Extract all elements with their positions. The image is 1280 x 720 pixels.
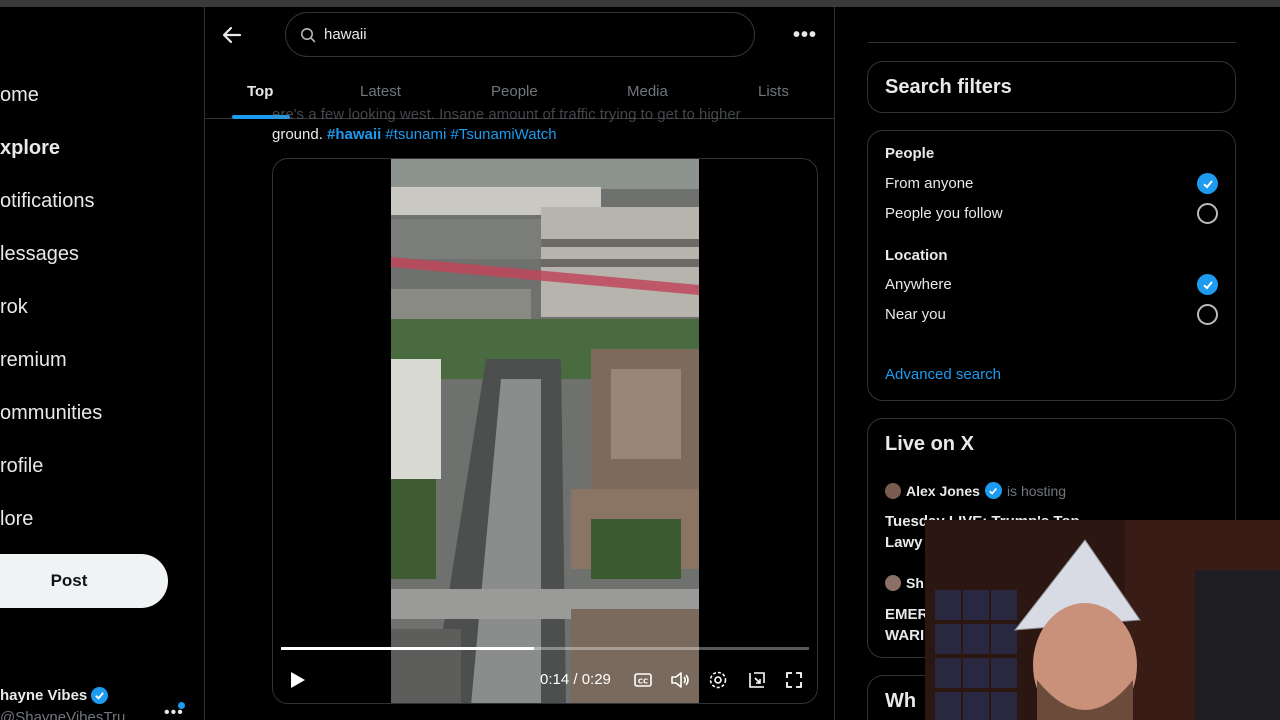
video-player[interactable]: 0:14 / 0:29 CC — [272, 158, 818, 704]
verified-badge-icon — [984, 482, 1002, 499]
video-time: 0:14 / 0:29 — [540, 671, 611, 688]
location-filter-label: Location — [885, 247, 948, 264]
captions-icon[interactable]: CC — [632, 669, 654, 691]
tweet-text: ground. #hawaii #tsunami #TsunamiWatch — [272, 126, 557, 143]
filter-anywhere[interactable]: Anywhere — [885, 276, 952, 293]
browser-top-strip — [0, 0, 1280, 7]
tab-media[interactable]: Media — [627, 83, 668, 100]
tab-lists[interactable]: Lists — [758, 83, 789, 100]
video-frame — [391, 159, 699, 703]
nav-item-notifications[interactable]: otifications — [0, 190, 95, 213]
live-on-x-title: Live on X — [885, 433, 974, 455]
hashtag-link[interactable]: #TsunamiWatch — [450, 126, 556, 143]
tab-people[interactable]: People — [491, 83, 538, 100]
search-input[interactable] — [324, 26, 724, 43]
filter-from-anyone[interactable]: From anyone — [885, 175, 973, 192]
search-filters-card: People From anyone People you follow Loc… — [867, 130, 1236, 401]
fullscreen-icon[interactable] — [783, 669, 805, 691]
left-sidebar-nav: ome xplore otifications lessages rok rem… — [0, 7, 205, 720]
search-bar[interactable] — [285, 12, 755, 57]
live-host-row[interactable]: Alex Jones is hosting — [885, 482, 1066, 499]
host-name: Sh — [906, 575, 924, 591]
live-host-row[interactable]: Sh — [885, 575, 924, 591]
tab-latest[interactable]: Latest — [360, 83, 401, 100]
tab-top[interactable]: Top — [247, 83, 273, 100]
verified-badge-icon — [91, 687, 109, 704]
account-name: hayne Vibes — [0, 687, 88, 704]
post-button[interactable]: Post — [0, 554, 168, 608]
video-progress-bar[interactable] — [281, 647, 809, 650]
volume-icon[interactable] — [669, 669, 691, 691]
video-progress-fill — [281, 647, 535, 650]
nav-item-profile[interactable]: rofile — [0, 455, 43, 478]
nav-item-explore[interactable]: xplore — [0, 137, 60, 160]
nav-item-premium[interactable]: remium — [0, 349, 67, 372]
divider — [868, 42, 1236, 43]
unchecked-radio-icon[interactable] — [1197, 203, 1218, 224]
account-handle: @ShayneVibesTru — [0, 709, 126, 720]
settings-gear-icon[interactable] — [707, 669, 729, 691]
avatar — [885, 482, 901, 499]
nav-item-more[interactable]: lore — [0, 508, 33, 531]
play-icon[interactable] — [286, 669, 308, 691]
filter-near-you[interactable]: Near you — [885, 306, 946, 323]
back-arrow-icon[interactable] — [221, 24, 243, 46]
search-filters-header-card: Search filters — [867, 61, 1236, 113]
tweet-faded-text: ere's a few looking west. Insane amount … — [272, 106, 741, 123]
advanced-search-link[interactable]: Advanced search — [885, 366, 1001, 383]
traffic-scene-image — [391, 159, 699, 703]
hashtag-link[interactable]: #tsunami — [385, 126, 446, 143]
host-status: is hosting — [1006, 482, 1067, 499]
picture-in-picture-icon[interactable] — [746, 669, 768, 691]
people-filter-label: People — [885, 145, 935, 162]
section-title: Wh — [885, 690, 917, 712]
webcam-overlay — [925, 520, 1280, 720]
nav-item-grok[interactable]: rok — [0, 296, 28, 319]
checked-radio-icon[interactable] — [1197, 173, 1218, 194]
checked-radio-icon[interactable] — [1197, 274, 1218, 295]
search-icon — [301, 27, 316, 42]
account-switcher[interactable]: hayne Vibes — [0, 687, 109, 704]
tweet-text-prefix: ground. — [272, 126, 328, 143]
svg-text:CC: CC — [638, 678, 648, 686]
nav-item-messages[interactable]: lessages — [0, 243, 79, 266]
nav-item-home[interactable]: ome — [0, 84, 39, 107]
main-column: ••• Top Latest People Media Lists ere's … — [205, 7, 835, 720]
nav-item-communities[interactable]: ommunities — [0, 402, 102, 425]
search-filters-title: Search filters — [885, 76, 1012, 98]
notification-dot — [178, 702, 185, 709]
more-options-icon[interactable]: ••• — [793, 24, 817, 47]
avatar — [885, 575, 901, 591]
webcam-person-image — [925, 520, 1280, 720]
hashtag-link[interactable]: #hawaii — [327, 126, 381, 143]
filter-people-you-follow[interactable]: People you follow — [885, 205, 1003, 222]
host-name: Alex Jones — [906, 482, 980, 499]
unchecked-radio-icon[interactable] — [1197, 304, 1218, 325]
